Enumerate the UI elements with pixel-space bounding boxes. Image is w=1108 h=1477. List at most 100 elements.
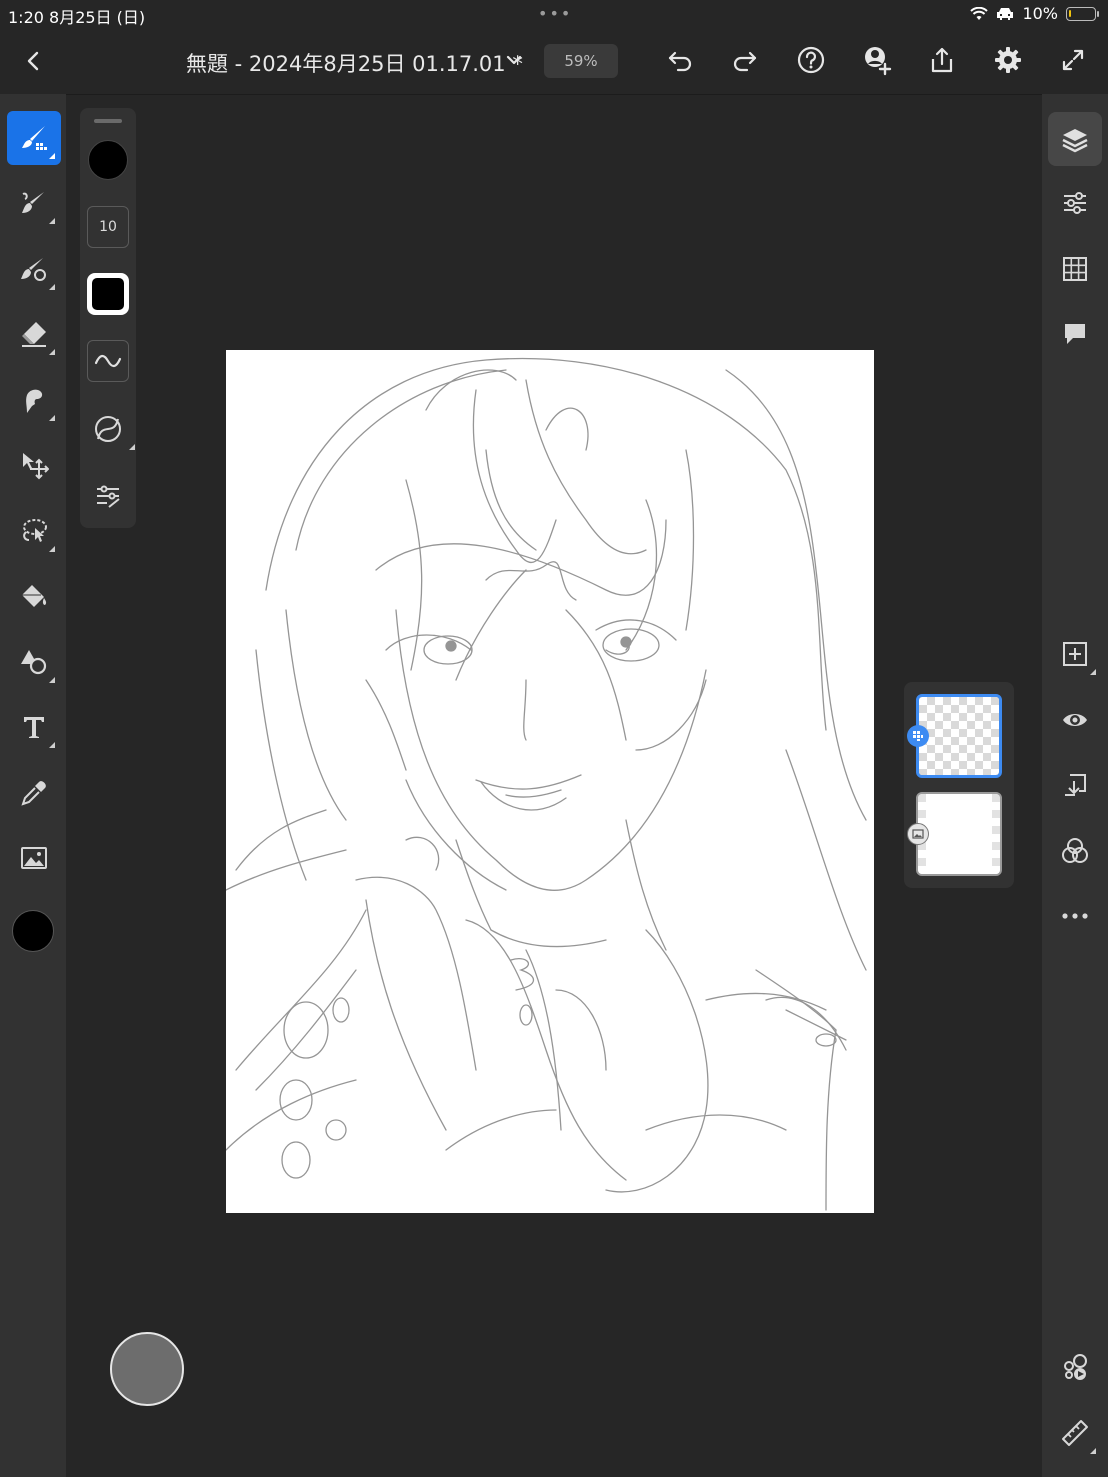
pixel-brush-icon [22, 126, 47, 150]
share-button[interactable] [924, 42, 960, 78]
eye-icon [1063, 714, 1087, 726]
ruler-icon [1062, 1420, 1088, 1446]
car-icon [997, 7, 1014, 20]
back-button[interactable] [18, 46, 48, 76]
vector-brush-icon [21, 258, 46, 281]
add-layer-button[interactable] [1048, 627, 1102, 681]
eraser-icon [22, 322, 46, 347]
vector-brush-tool[interactable] [7, 242, 61, 296]
title-menu-button[interactable] [500, 46, 528, 74]
brush-tip-shape[interactable] [87, 273, 129, 315]
timelapse-icon [1064, 1354, 1087, 1380]
ruler-button[interactable] [1048, 1406, 1102, 1460]
blend-mode-button[interactable] [1048, 824, 1102, 878]
smoothing-item[interactable] [87, 340, 129, 382]
layers-button[interactable] [1048, 112, 1102, 166]
brush-panel: 10 [80, 108, 136, 528]
battery-fill [1069, 9, 1071, 17]
tool-options-corner [1090, 669, 1096, 675]
status-right: 10% [970, 4, 1099, 23]
battery-icon [1066, 6, 1099, 21]
adjustments-button[interactable] [1048, 176, 1102, 230]
move-icon [23, 453, 49, 480]
layers-icon [1062, 129, 1088, 153]
smoothing-button[interactable] [87, 340, 129, 382]
drawing-canvas[interactable] [226, 350, 874, 1213]
zoom-level[interactable]: 59% [544, 44, 618, 78]
chevron-left-icon [27, 51, 39, 71]
settings-icon [995, 47, 1021, 73]
sketch-artwork [226, 357, 867, 1211]
redo-button[interactable] [727, 42, 763, 78]
brush-size-item[interactable]: 10 [87, 206, 129, 248]
image-layer-badge [907, 823, 929, 845]
brush-color-item[interactable] [87, 139, 129, 181]
current-color-swatch[interactable] [12, 910, 54, 952]
panel-drag-handle[interactable] [94, 119, 122, 123]
eyedropper-tool[interactable] [7, 766, 61, 820]
eyedropper-icon [21, 781, 46, 806]
transparent-checker [919, 697, 999, 775]
pixel-brush-tool[interactable] [7, 111, 61, 165]
wifi-icon [970, 6, 989, 20]
status-time: 1:20 8月25日 (日) [8, 8, 146, 27]
tool-options-corner [49, 742, 55, 748]
text-tool[interactable] [7, 700, 61, 754]
undo-button[interactable] [662, 42, 698, 78]
status-date: 8月25日 (日) [49, 8, 146, 27]
touch-modifier-button[interactable] [110, 1332, 184, 1406]
battery-percent: 10% [1022, 4, 1058, 23]
settings-button[interactable] [990, 42, 1026, 78]
comment-icon [1065, 324, 1085, 344]
comments-button[interactable] [1048, 307, 1102, 361]
undo-icon [668, 51, 692, 72]
brush-size-field[interactable]: 10 [87, 206, 129, 248]
lasso-select-tool[interactable] [7, 504, 61, 558]
invite-icon [865, 47, 892, 76]
transform-tool[interactable] [7, 438, 61, 492]
tool-options-corner [49, 284, 55, 290]
tool-options-corner [49, 677, 55, 683]
fill-tool[interactable] [7, 569, 61, 623]
pixel-layer-icon [913, 731, 923, 741]
help-button[interactable] [793, 42, 829, 78]
invite-button[interactable] [859, 42, 895, 78]
paint-bucket-icon [22, 585, 47, 607]
multitask-dots[interactable]: ••• [538, 4, 572, 23]
visibility-button[interactable] [1048, 693, 1102, 747]
merge-layer-button[interactable] [1048, 758, 1102, 812]
brush-tip-fill [92, 278, 124, 310]
left-toolbar [0, 94, 66, 1477]
shape-tool[interactable] [7, 635, 61, 689]
layers-mini-panel [904, 682, 1014, 888]
shape-icon [21, 650, 47, 675]
tool-options-corner [129, 444, 135, 450]
pressure-item[interactable] [87, 408, 135, 450]
blend-mode-icon [1062, 838, 1088, 863]
brush-settings-item[interactable] [87, 475, 129, 517]
brush-tip-item[interactable] [87, 273, 129, 315]
help-icon [797, 46, 825, 74]
image-layer-icon [912, 829, 924, 839]
grid-button[interactable] [1048, 242, 1102, 296]
brush-color-swatch[interactable] [88, 140, 128, 180]
add-layer-icon [1063, 642, 1087, 666]
smudge-tool[interactable] [7, 373, 61, 427]
timelapse-button[interactable] [1048, 1340, 1102, 1394]
eraser-tool[interactable] [7, 307, 61, 361]
more-icon [1062, 913, 1088, 919]
image-tool[interactable] [7, 831, 61, 885]
fullscreen-icon [1062, 49, 1084, 71]
smudge-icon [26, 389, 43, 413]
document-title[interactable]: 無題 - 2024年8月25日 01.17.01 * [186, 48, 523, 78]
text-icon [24, 717, 44, 738]
tool-options-corner [49, 349, 55, 355]
white-background [918, 794, 1000, 874]
share-icon [931, 47, 953, 73]
more-button[interactable] [1048, 889, 1102, 943]
top-bar: 無題 - 2024年8月25日 01.17.01 * 59% [0, 28, 1108, 95]
fullscreen-button[interactable] [1055, 42, 1091, 78]
sliders-icon [1064, 192, 1086, 214]
grid-icon [1063, 257, 1087, 281]
live-brush-tool[interactable] [7, 176, 61, 230]
